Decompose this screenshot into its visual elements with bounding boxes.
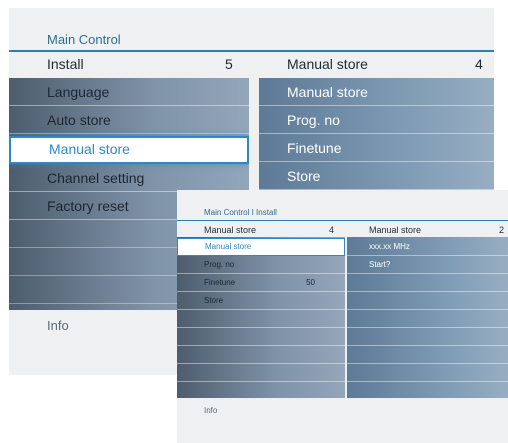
header-divider [9, 50, 494, 52]
submenu-item-prog-no[interactable]: Prog. no [259, 106, 494, 134]
manual-store-detail-list: xxx.xx MHz Start? [347, 237, 508, 398]
menu-item-manual-store[interactable]: Manual store [177, 238, 345, 256]
submenu-item-finetune[interactable]: Finetune [259, 134, 494, 162]
header-divider [177, 220, 508, 221]
menu-item-empty [347, 346, 508, 364]
menu-item-label: Store [204, 296, 224, 305]
menu-item-prog-no[interactable]: Prog. no [177, 256, 345, 274]
submenu-item-store[interactable]: Store [259, 162, 494, 190]
breadcrumb: Main Control I Install [204, 208, 277, 217]
manual-store-header-count: 4 [329, 225, 335, 235]
manual-store-header-count: 4 [475, 56, 483, 72]
start-search-option[interactable]: Start? [347, 256, 508, 274]
menu-item-empty [347, 310, 508, 328]
menu-item-manual-store[interactable]: Manual store [9, 136, 249, 164]
manual-store-header-label: Manual store [287, 56, 368, 72]
menu-item-empty [177, 346, 345, 364]
frequency-readout: xxx.xx MHz [347, 238, 508, 256]
menu-item-label: Manual store [205, 242, 252, 251]
install-header-label: Install [47, 56, 84, 72]
install-header-count: 5 [225, 56, 233, 72]
manual-store-detail-header-label: Manual store [369, 225, 422, 235]
menu-item-finetune[interactable]: Finetune 50 [177, 274, 345, 292]
menu-item-label: Prog. no [204, 260, 235, 269]
menu-item-empty [347, 382, 508, 398]
menu-item-empty [347, 328, 508, 346]
menu-item-empty [177, 310, 345, 328]
menu-item-label: Finetune [204, 278, 236, 287]
menu-item-empty [347, 274, 508, 292]
menu-item-empty [347, 292, 508, 310]
breadcrumb: Main Control [47, 32, 121, 47]
menu-item-channel-setting[interactable]: Channel setting [9, 164, 249, 192]
manual-store-menu-panel: Main Control I Install Manual store 4 Ma… [177, 190, 508, 443]
menu-item-empty [177, 382, 345, 398]
menu-item-auto-store[interactable]: Auto store [9, 106, 249, 134]
manual-store-header-label: Manual store [204, 225, 257, 235]
info-text: Info [204, 406, 218, 415]
menu-item-store[interactable]: Store [177, 292, 345, 310]
manual-store-detail-header-count: 2 [499, 225, 505, 235]
menu-item-language[interactable]: Language [9, 78, 249, 106]
menu-item-empty [177, 364, 345, 382]
menu-item-empty [347, 364, 508, 382]
info-text: Info [47, 318, 69, 333]
submenu-item-manual-store[interactable]: Manual store [259, 78, 494, 106]
manual-store-options-list: Manual store Prog. no Finetune 50 Store [177, 237, 345, 398]
menu-item-empty [177, 328, 345, 346]
finetune-value: 50 [306, 278, 315, 287]
